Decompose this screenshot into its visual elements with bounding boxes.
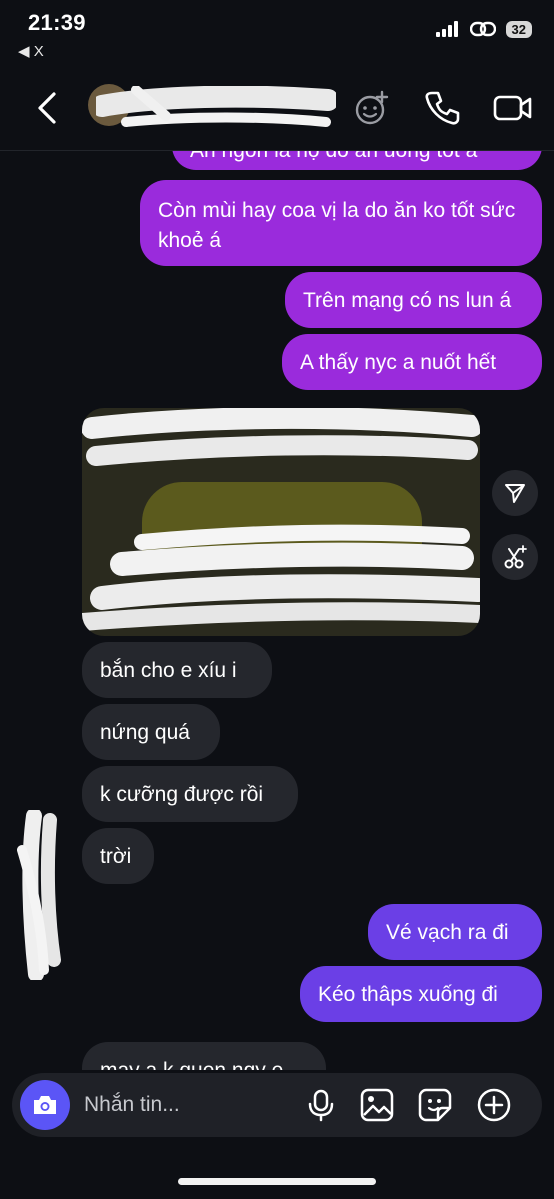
back-to-app-link[interactable]: ◀ X [18, 42, 44, 60]
camera-icon [34, 1096, 56, 1114]
redaction-scribble [82, 408, 480, 631]
received-message[interactable]: trời [82, 828, 154, 884]
phone-icon[interactable] [422, 88, 462, 128]
plus-icon[interactable] [476, 1087, 512, 1123]
received-message[interactable]: bắn cho e xíu i [82, 642, 272, 698]
sent-message[interactable]: Vé vạch ra đi [368, 904, 542, 960]
edit-photo-button[interactable] [492, 534, 538, 580]
chevron-left-icon[interactable] [30, 88, 66, 128]
message-list[interactable]: Ăn ngon là nọ do ăn uống tốt á Còn mùi h… [0, 150, 554, 1070]
sent-message[interactable]: Kéo thâps xuống đi [300, 966, 542, 1022]
system-icons: 32 [435, 20, 532, 38]
received-message[interactable]: k cưỡng được rồi [82, 766, 298, 822]
sticker-icon[interactable] [417, 1087, 453, 1123]
signal-icon [435, 21, 458, 37]
shared-photo[interactable] [82, 408, 480, 636]
image-icon[interactable] [359, 1087, 395, 1123]
received-message[interactable]: may a k quen ngy e [82, 1042, 326, 1070]
home-indicator[interactable] [178, 1178, 376, 1185]
sent-message[interactable]: Trên mạng có ns lun á [285, 272, 542, 328]
microphone-icon[interactable] [303, 1087, 339, 1123]
redacted-contact-name[interactable] [96, 86, 336, 132]
sent-message[interactable]: Ăn ngon là nọ do ăn uống tốt á [172, 150, 542, 170]
sent-message[interactable]: A thấy nyc a nuốt hết [282, 334, 542, 390]
video-icon[interactable] [492, 88, 534, 128]
share-button[interactable] [492, 470, 538, 516]
link-icon [469, 21, 496, 37]
battery-indicator: 32 [505, 20, 532, 38]
camera-button[interactable] [20, 1080, 70, 1130]
sent-message[interactable]: Còn mùi hay coa vị la do ăn ko tốt sức k… [140, 180, 542, 266]
emoji-add-icon[interactable] [352, 88, 392, 128]
status-time: 21:39 [28, 10, 86, 35]
status-bar: 21:39 ◀ X 32 [0, 0, 554, 64]
scissors-sparkle-icon [504, 545, 527, 569]
conversation-header [0, 64, 554, 151]
received-message[interactable]: nứng quá [82, 704, 220, 760]
message-input[interactable]: Nhắn tin... [84, 1093, 180, 1117]
redacted-sender-avatar [17, 810, 61, 980]
message-composer: Nhắn tin... [12, 1073, 542, 1137]
send-icon [505, 484, 525, 503]
